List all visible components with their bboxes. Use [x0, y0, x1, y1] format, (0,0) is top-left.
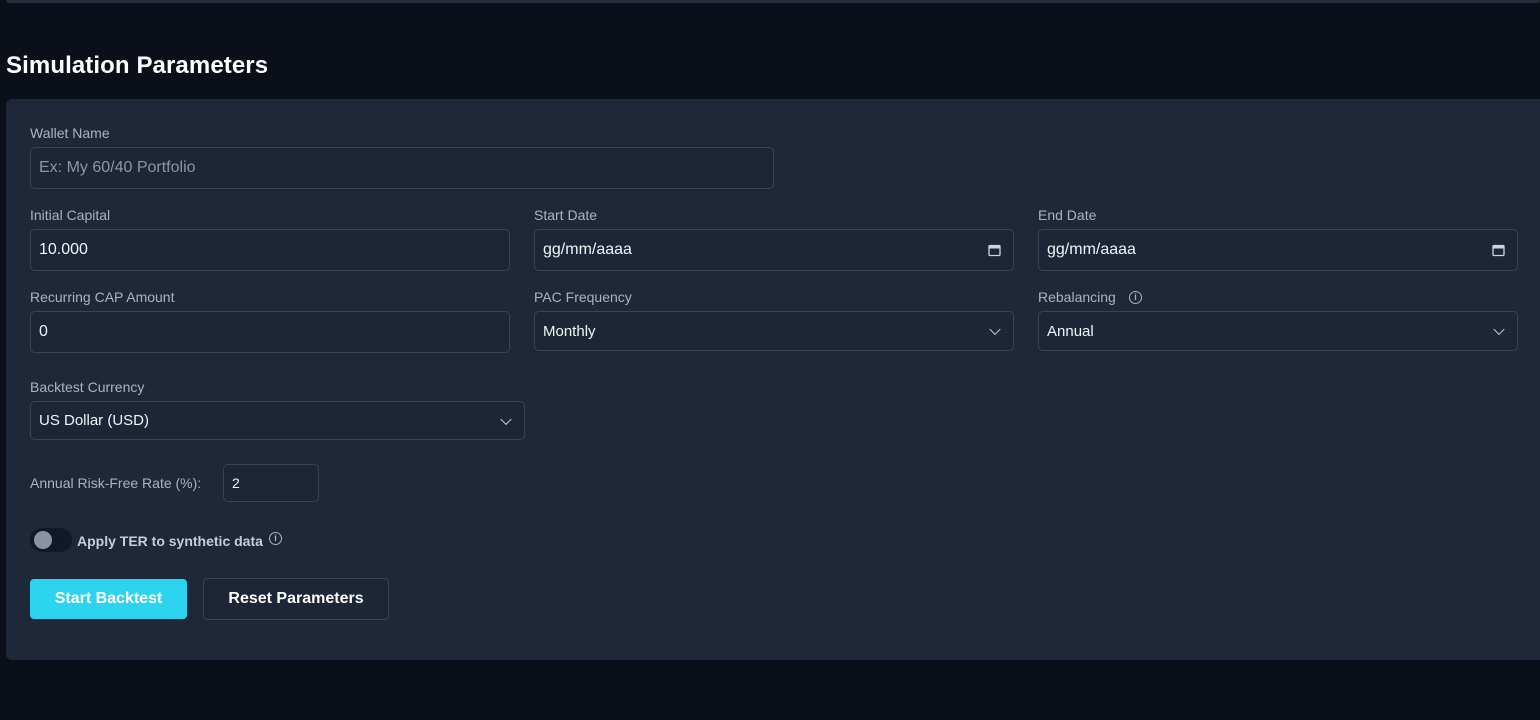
currency-label: Backtest Currency	[30, 379, 145, 395]
end-date-value: gg/mm/aaaa	[1047, 241, 1136, 258]
start-backtest-button[interactable]: Start Backtest	[30, 579, 187, 619]
start-date-input[interactable]: gg/mm/aaaa	[534, 229, 1014, 271]
recurring-amount-label: Recurring CAP Amount	[30, 289, 175, 305]
currency-select[interactable]: US Dollar (USD)	[30, 401, 525, 440]
rebalancing-label: Rebalancing	[1038, 289, 1116, 305]
chevron-down-icon	[500, 413, 512, 425]
chevron-down-icon	[989, 323, 1001, 336]
end-date-input[interactable]: gg/mm/aaaa	[1038, 229, 1518, 271]
toggle-knob	[34, 531, 52, 549]
recurring-amount-input[interactable]: 0	[30, 311, 510, 353]
top-divider-bar	[6, 0, 1540, 3]
reset-parameters-button[interactable]: Reset Parameters	[203, 578, 389, 620]
pac-frequency-value: Monthly	[543, 322, 596, 340]
wallet-name-field[interactable]	[30, 147, 774, 189]
section-title: Simulation Parameters	[6, 52, 269, 79]
rebalancing-info-icon[interactable]: i	[1129, 291, 1142, 304]
start-date-label: Start Date	[534, 207, 598, 223]
wallet-name-label: Wallet Name	[30, 125, 110, 141]
wallet-name-input[interactable]	[39, 159, 773, 177]
pac-frequency-label: PAC Frequency	[534, 289, 632, 305]
ter-toggle-label: Apply TER to synthetic data	[77, 533, 263, 549]
ter-toggle[interactable]	[30, 528, 72, 552]
ter-info-icon[interactable]: i	[269, 532, 282, 545]
start-date-value: gg/mm/aaaa	[543, 241, 632, 258]
recurring-amount-value: 0	[39, 323, 48, 340]
currency-value: US Dollar (USD)	[39, 412, 150, 429]
risk-free-value: 2	[232, 475, 240, 491]
chevron-down-icon	[1493, 323, 1505, 336]
rebalancing-select[interactable]: Annual	[1038, 311, 1518, 351]
rebalancing-value: Annual	[1047, 322, 1094, 340]
risk-free-label: Annual Risk-Free Rate (%):	[30, 475, 202, 491]
calendar-icon[interactable]	[988, 244, 1001, 257]
end-date-label: End Date	[1038, 207, 1097, 223]
initial-capital-label: Initial Capital	[30, 207, 111, 223]
initial-capital-value: 10.000	[39, 241, 88, 258]
pac-frequency-select[interactable]: Monthly	[534, 311, 1014, 351]
risk-free-input[interactable]: 2	[223, 464, 319, 502]
initial-capital-input[interactable]: 10.000	[30, 229, 510, 271]
calendar-icon[interactable]	[1492, 244, 1505, 257]
